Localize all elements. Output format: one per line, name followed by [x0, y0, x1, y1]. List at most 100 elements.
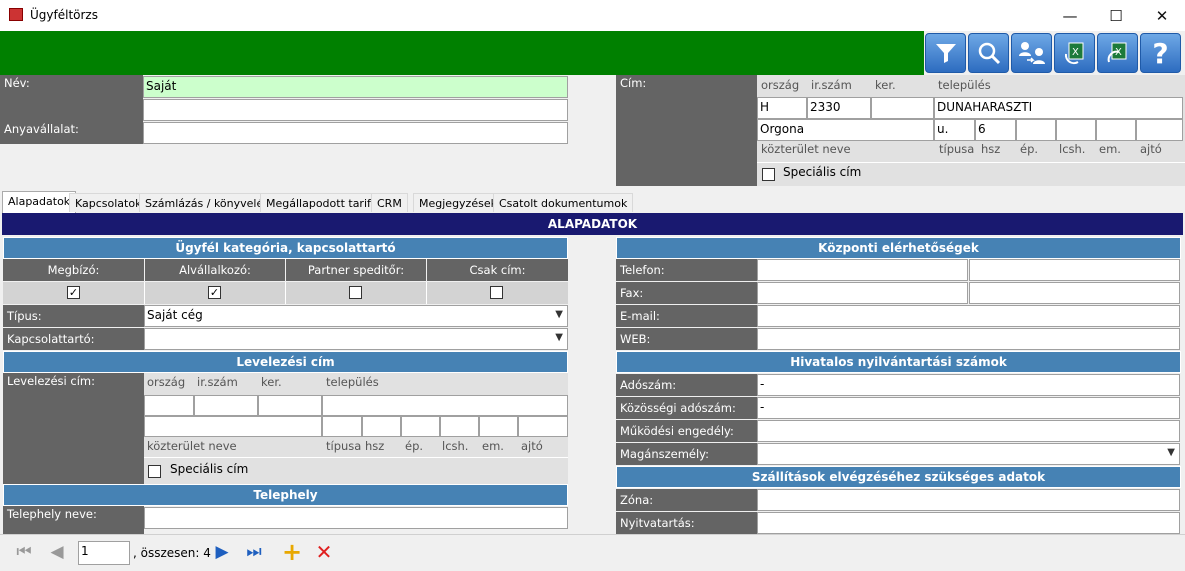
- excel-import-icon: X: [1064, 42, 1083, 65]
- check-icon: ✓: [68, 286, 79, 299]
- web-label: WEB:: [616, 328, 757, 350]
- level-hsz-input[interactable]: [362, 416, 401, 437]
- excel-export-icon: X: [1107, 42, 1126, 63]
- app-icon: [9, 8, 23, 21]
- search-button[interactable]: [968, 33, 1009, 73]
- cim-lcsh-input[interactable]: [1056, 119, 1096, 141]
- telefon-input[interactable]: [757, 259, 968, 281]
- nev-input[interactable]: Saját: [143, 76, 568, 98]
- cim-orszag-input[interactable]: H: [757, 97, 807, 119]
- tab-crm[interactable]: CRM: [371, 193, 408, 212]
- mukodesi-engedely-input[interactable]: [757, 420, 1180, 442]
- minimize-button[interactable]: —: [1047, 0, 1093, 31]
- cim-kozterulet-input[interactable]: Orgona: [757, 119, 934, 141]
- tab-kapcsolatok[interactable]: Kapcsolatok: [69, 193, 148, 212]
- cim-specialis-checkbox[interactable]: [762, 168, 775, 181]
- tipus-select[interactable]: Saját cég ▼: [144, 305, 568, 327]
- cim-ep-input[interactable]: [1016, 119, 1056, 141]
- level-tipusa-input[interactable]: [322, 416, 362, 437]
- prev-icon: ◀: [50, 542, 64, 562]
- maganszemely-label: Magánszemély:: [616, 443, 757, 465]
- telephely-input[interactable]: [144, 507, 568, 529]
- cim-ker-input[interactable]: [871, 97, 934, 119]
- level-ker-input[interactable]: [258, 395, 322, 416]
- cim-lcsh-caption: lcsh.: [1059, 142, 1086, 156]
- tab-dokumentumok[interactable]: Csatolt dokumentumok: [493, 193, 634, 212]
- level-telepules-input[interactable]: [322, 395, 568, 416]
- first-record-button[interactable]: ⏮: [12, 539, 36, 565]
- kozponti-header: Központi elérhetőségek: [616, 237, 1181, 259]
- title-bar: [0, 0, 1185, 31]
- level-specialis-checkbox[interactable]: [148, 465, 161, 478]
- alvallalkozo-checkbox[interactable]: ✓: [208, 286, 221, 299]
- level-ajto-input[interactable]: [518, 416, 568, 437]
- cim-tipusa-input[interactable]: u.: [934, 119, 975, 141]
- level-ep-input[interactable]: [401, 416, 440, 437]
- megbizo-checkbox[interactable]: ✓: [67, 286, 80, 299]
- cim-irszam-input[interactable]: 2330: [807, 97, 871, 119]
- plus-icon: +: [281, 538, 303, 566]
- zona-input[interactable]: [757, 489, 1180, 511]
- filter-button[interactable]: [925, 33, 966, 73]
- users-transfer-button[interactable]: [1011, 33, 1052, 73]
- kapcsolattarto-select[interactable]: ▼: [144, 328, 568, 350]
- last-record-button[interactable]: ⏭: [242, 539, 266, 565]
- section-title: ALAPADATOK: [2, 213, 1183, 235]
- cim-irszam-caption: ir.szám: [811, 78, 852, 92]
- tab-szamlazas[interactable]: Számlázás / könyvelés: [139, 193, 275, 212]
- cim-tipusa-caption: típusa: [939, 142, 975, 156]
- kapcsolattarto-label: Kapcsolattartó:: [3, 328, 144, 350]
- prev-record-button[interactable]: ◀: [45, 539, 69, 565]
- tipus-label: Típus:: [3, 305, 144, 327]
- tab-megjegyzesek[interactable]: Megjegyzések: [413, 193, 503, 212]
- telefon-input-2[interactable]: [969, 259, 1180, 281]
- excel-import-button[interactable]: X: [1054, 33, 1095, 73]
- maganszemely-select[interactable]: ▼: [757, 443, 1180, 465]
- next-record-button[interactable]: ▶: [210, 539, 234, 565]
- excel-export-button[interactable]: X: [1097, 33, 1138, 73]
- level-orszag-input[interactable]: [144, 395, 194, 416]
- level-lcsh-input[interactable]: [440, 416, 479, 437]
- kategoria-header: Ügyfél kategória, kapcsolattartó: [3, 237, 568, 259]
- web-input[interactable]: [757, 328, 1180, 350]
- email-input[interactable]: [757, 305, 1180, 327]
- chevron-down-icon: ▼: [1167, 447, 1175, 458]
- header-bar: [0, 31, 924, 75]
- level-em-input[interactable]: [479, 416, 518, 437]
- add-record-button[interactable]: +: [280, 538, 304, 566]
- csak-cim-label: Csak cím:: [427, 259, 568, 281]
- cim-em-caption: em.: [1099, 142, 1121, 156]
- level-tipusa-caption: típusa: [326, 439, 362, 453]
- cim-hsz-input[interactable]: 6: [975, 119, 1016, 141]
- delete-record-button[interactable]: ✕: [312, 539, 336, 565]
- level-ker-caption: ker.: [261, 375, 282, 389]
- level-irszam-input[interactable]: [194, 395, 258, 416]
- level-orszag-caption: ország: [147, 375, 186, 389]
- cim-em-input[interactable]: [1096, 119, 1136, 141]
- tipus-value: Saját cég: [147, 308, 203, 322]
- cim-telepules-input[interactable]: DUNAHARASZTI: [934, 97, 1183, 119]
- help-button[interactable]: ?: [1140, 33, 1181, 73]
- position-input[interactable]: 1: [78, 541, 130, 565]
- tab-alapadatok[interactable]: Alapadatok: [2, 191, 77, 213]
- adoszam-input[interactable]: -: [757, 374, 1180, 396]
- fax-input-2[interactable]: [969, 282, 1180, 304]
- level-kozterulet-input[interactable]: [144, 416, 322, 437]
- fax-input[interactable]: [757, 282, 968, 304]
- level-em-caption: em.: [482, 439, 504, 453]
- kozossegi-adoszam-input[interactable]: -: [757, 397, 1180, 419]
- cim-orszag-caption: ország: [761, 78, 800, 92]
- close-button[interactable]: ✕: [1139, 0, 1185, 31]
- csak-cim-checkbox[interactable]: [490, 286, 503, 299]
- nyitvatartas-input[interactable]: [757, 512, 1180, 534]
- partner-speditor-checkbox[interactable]: [349, 286, 362, 299]
- mukodesi-engedely-label: Működési engedély:: [616, 420, 757, 442]
- maximize-button[interactable]: ☐: [1093, 0, 1139, 31]
- help-icon: ?: [1152, 36, 1169, 70]
- cim-ep-caption: ép.: [1020, 142, 1039, 156]
- nev-input-2[interactable]: [143, 99, 568, 121]
- anyavallalat-input[interactable]: [143, 122, 568, 144]
- cim-ajto-input[interactable]: [1136, 119, 1183, 141]
- cim-ajto-caption: ajtó: [1140, 142, 1162, 156]
- adoszam-label: Adószám:: [616, 374, 757, 396]
